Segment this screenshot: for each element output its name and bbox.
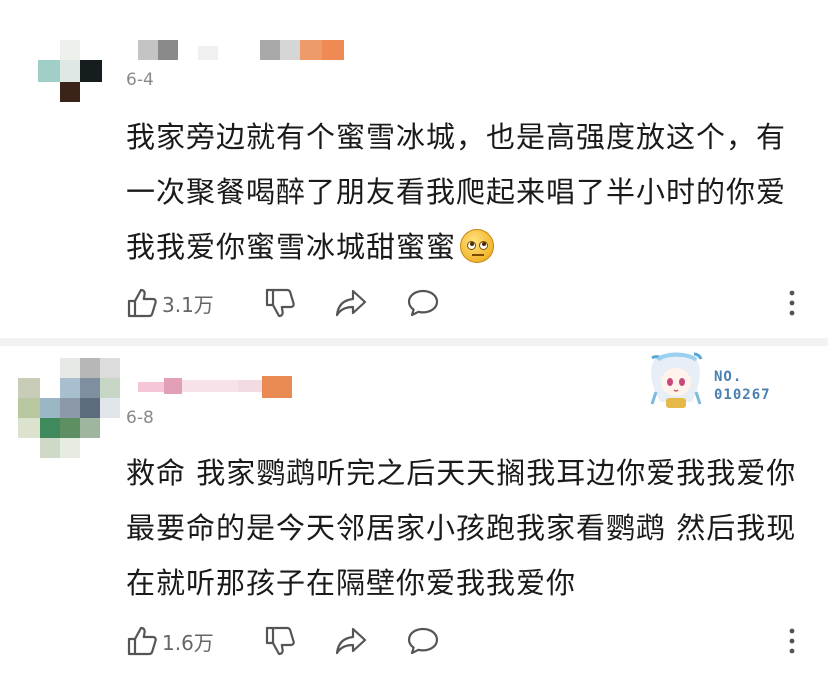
user-badge[interactable]: NO. 010267 [640,346,790,416]
avatar[interactable] [18,358,120,458]
badge-number-label: NO. [714,369,743,385]
comment-text-line: 最要命的是今天邻居家小孩跑我家看鹦鹉 然后我现 [126,511,797,545]
reply-button[interactable] [406,286,440,320]
like-button[interactable]: 3.1万 [126,286,214,320]
thumbs-up-icon [127,288,157,318]
comment-text-line: 在就听那孩子在隔壁你爱我我爱你 [126,566,577,600]
username-blurred[interactable] [138,372,298,398]
rolling-eyes-emoji-icon [460,229,495,263]
thumbs-down-icon [265,626,295,656]
badge-number-value: 010267 [714,387,771,403]
more-options-button[interactable] [786,624,798,658]
comment-text: 救命 我家鹦鹉听完之后天天搁我耳边你爱我我爱你 最要命的是今天邻居家小孩跑我家看… [126,446,806,611]
avatar[interactable] [38,40,102,102]
comment-text-line: 我我爱你蜜雪冰城甜蜜蜜 [126,230,457,264]
comment-card: 6-8 NO. 010267 救命 我家鹦鹉听完之后天天搁我耳边你爱我我爱你 最… [0,346,828,696]
comment-text-line-wrap: 我我爱你蜜雪冰城甜蜜蜜 [126,220,806,275]
like-count: 3.1万 [162,292,214,317]
comment-separator [0,338,828,346]
comment-bubble-icon [407,289,439,317]
comment-text: 我家旁边就有个蜜雪冰城，也是高强度放这个，有 一次聚餐喝醉了朋友看我爬起来唱了半… [126,110,806,275]
comment-text-line: 救命 我家鹦鹉听完之后天天搁我耳边你爱我我爱你 [126,456,797,490]
more-vertical-icon [789,628,795,654]
comment-actions: 3.1万 [126,286,816,320]
comment-date: 6-4 [126,70,154,90]
share-button[interactable] [334,624,368,658]
badge-number: NO. 010267 [714,368,771,404]
more-options-button[interactable] [786,286,798,320]
dislike-button[interactable] [264,624,296,658]
more-vertical-icon [789,290,795,316]
comment-bubble-icon [407,627,439,655]
like-button[interactable]: 1.6万 [126,624,214,658]
comment-text-line: 一次聚餐喝醉了朋友看我爬起来唱了半小时的你爱 [126,175,787,209]
anime-character-badge-icon [650,352,703,408]
username-blurred[interactable] [138,40,348,60]
comment-text-line: 我家旁边就有个蜜雪冰城，也是高强度放这个，有 [126,120,787,154]
dislike-button[interactable] [264,286,296,320]
share-button[interactable] [334,286,368,320]
thumbs-up-icon [127,626,157,656]
comment-card: 6-4 我家旁边就有个蜜雪冰城，也是高强度放这个，有 一次聚餐喝醉了朋友看我爬起… [0,0,828,338]
comment-actions: 1.6万 [126,624,816,658]
thumbs-down-icon [265,288,295,318]
share-icon [335,289,367,317]
like-count: 1.6万 [162,630,214,655]
reply-button[interactable] [406,624,440,658]
comment-date: 6-8 [126,408,154,428]
share-icon [335,627,367,655]
